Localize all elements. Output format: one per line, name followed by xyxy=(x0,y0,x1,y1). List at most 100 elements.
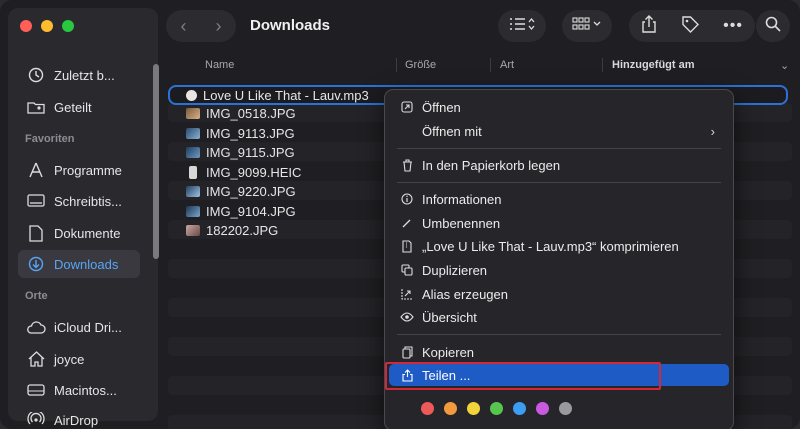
menu-item-label: Öffnen mit xyxy=(422,123,482,139)
view-options-button[interactable] xyxy=(498,10,546,42)
column-name[interactable]: Name xyxy=(205,59,234,71)
image-thumbnail-icon xyxy=(186,225,200,236)
share-icon[interactable] xyxy=(641,14,657,38)
menu-item-label: Alias erzeugen xyxy=(422,286,508,302)
column-size[interactable]: Größe xyxy=(405,59,436,71)
sidebar-item-label: Geteilt xyxy=(54,99,92,115)
minimize-button[interactable] xyxy=(41,20,53,32)
tag-color-row xyxy=(421,402,572,415)
finder-window: Zuletzt b... Geteilt Favoriten Programme… xyxy=(0,0,800,429)
menu-item-label: „Love U Like That - Lauv.mp3“ komprimier… xyxy=(422,238,679,254)
column-kind[interactable]: Art xyxy=(500,59,514,71)
highlight-annotation xyxy=(385,362,661,390)
more-icon[interactable]: ••• xyxy=(723,17,743,35)
sidebar-item-airdrop[interactable]: AirDrop xyxy=(18,406,140,429)
image-thumbnail-icon xyxy=(186,186,200,197)
window-title: Downloads xyxy=(250,17,331,34)
search-button[interactable] xyxy=(756,10,790,42)
column-date-added[interactable]: Hinzugefügt am xyxy=(612,59,695,71)
sidebar-item-shared[interactable]: Geteilt xyxy=(18,93,140,121)
tag-gray[interactable] xyxy=(559,402,572,415)
sidebar-item-home[interactable]: joyce xyxy=(18,345,140,373)
column-divider xyxy=(396,58,397,72)
chevron-down-icon: ⌄ xyxy=(780,60,790,72)
search-icon xyxy=(765,16,781,37)
sidebar-item-label: Zuletzt b... xyxy=(54,67,115,83)
menu-item-rename[interactable]: Umbenennen xyxy=(389,212,729,234)
menu-item-label: Öffnen xyxy=(422,99,461,115)
back-button[interactable]: ‹ xyxy=(166,10,201,42)
forward-button[interactable]: › xyxy=(201,10,236,42)
airdrop-icon xyxy=(26,412,46,428)
archive-icon xyxy=(397,239,417,253)
menu-item-quicklook[interactable]: Übersicht xyxy=(389,306,729,328)
menu-item-duplicate[interactable]: Duplizieren xyxy=(389,259,729,281)
menu-item-label: Duplizieren xyxy=(422,262,488,278)
grid-icon xyxy=(572,16,602,36)
file-name: IMG_9220.JPG xyxy=(206,184,296,199)
pencil-icon xyxy=(397,217,417,229)
sidebar-item-icloud[interactable]: iCloud Dri... xyxy=(18,313,140,341)
zoom-button[interactable] xyxy=(62,20,74,32)
chevron-right-icon: › xyxy=(215,15,222,36)
file-name: IMG_9099.HEIC xyxy=(206,165,302,180)
download-icon xyxy=(26,256,46,272)
apps-icon xyxy=(26,162,46,178)
open-icon xyxy=(397,101,417,113)
tag-red[interactable] xyxy=(421,402,434,415)
copy-icon xyxy=(397,345,417,359)
file-name: Love U Like That - Lauv.mp3 xyxy=(203,87,369,103)
menu-separator xyxy=(397,148,721,149)
sidebar-item-label: AirDrop xyxy=(54,412,99,428)
sidebar-item-desktop[interactable]: Schreibtis... xyxy=(18,187,140,215)
menu-item-label: Umbenennen xyxy=(422,215,501,231)
file-name: IMG_9115.JPG xyxy=(206,145,295,160)
file-name: IMG_9113.JPG xyxy=(206,126,295,141)
file-name: 182202.JPG xyxy=(206,223,279,238)
sidebar-scrollbar[interactable] xyxy=(153,64,159,259)
sidebar-item-label: Downloads xyxy=(54,256,119,272)
chevron-left-icon: ‹ xyxy=(180,15,187,36)
column-divider xyxy=(490,58,491,72)
file-name: IMG_0518.JPG xyxy=(206,106,296,121)
sidebar-item-documents[interactable]: Dokumente xyxy=(18,219,140,247)
tag-green[interactable] xyxy=(490,402,503,415)
file-name: IMG_9104.JPG xyxy=(206,204,296,219)
duplicate-icon xyxy=(397,264,417,276)
menu-item-alias[interactable]: Alias erzeugen xyxy=(389,283,729,305)
menu-item-open[interactable]: Öffnen xyxy=(389,96,729,118)
window-controls xyxy=(20,20,74,32)
tag-yellow[interactable] xyxy=(467,402,480,415)
sidebar-item-downloads[interactable]: Downloads xyxy=(18,250,140,278)
clock-icon xyxy=(26,67,46,83)
desktop-icon xyxy=(26,194,46,208)
close-button[interactable] xyxy=(20,20,32,32)
navigation-buttons: ‹ › xyxy=(166,10,236,42)
group-button[interactable] xyxy=(562,10,612,42)
tag-orange[interactable] xyxy=(444,402,457,415)
sidebar-section-favorites: Favoriten xyxy=(25,133,75,145)
image-thumbnail-icon xyxy=(186,128,200,139)
document-icon xyxy=(26,224,46,242)
menu-separator xyxy=(397,182,721,183)
home-icon xyxy=(26,351,46,367)
sidebar-item-label: Schreibtis... xyxy=(54,193,122,209)
menu-separator xyxy=(397,334,721,335)
menu-item-open-with[interactable]: Öffnen mit › xyxy=(389,120,729,142)
menu-item-trash[interactable]: In den Papierkorb legen xyxy=(389,154,729,176)
sidebar-item-applications[interactable]: Programme xyxy=(18,156,140,184)
menu-item-info[interactable]: Informationen xyxy=(389,188,729,210)
menu-item-label: Informationen xyxy=(422,191,502,207)
chevron-right-icon: › xyxy=(710,123,715,139)
column-header: Name Größe Art Hinzugefügt am ⌄ xyxy=(170,56,792,76)
sidebar-item-macintosh-hd[interactable]: Macintos... xyxy=(18,376,140,404)
action-buttons: ••• xyxy=(629,10,755,42)
menu-item-label: In den Papierkorb legen xyxy=(422,157,561,173)
list-view-icon xyxy=(509,17,535,36)
sidebar-item-recents[interactable]: Zuletzt b... xyxy=(18,61,140,89)
menu-item-compress[interactable]: „Love U Like That - Lauv.mp3“ komprimier… xyxy=(389,235,729,257)
menu-item-copy[interactable]: Kopieren xyxy=(389,341,729,363)
tag-blue[interactable] xyxy=(513,402,526,415)
tag-icon[interactable] xyxy=(681,15,700,38)
tag-purple[interactable] xyxy=(536,402,549,415)
